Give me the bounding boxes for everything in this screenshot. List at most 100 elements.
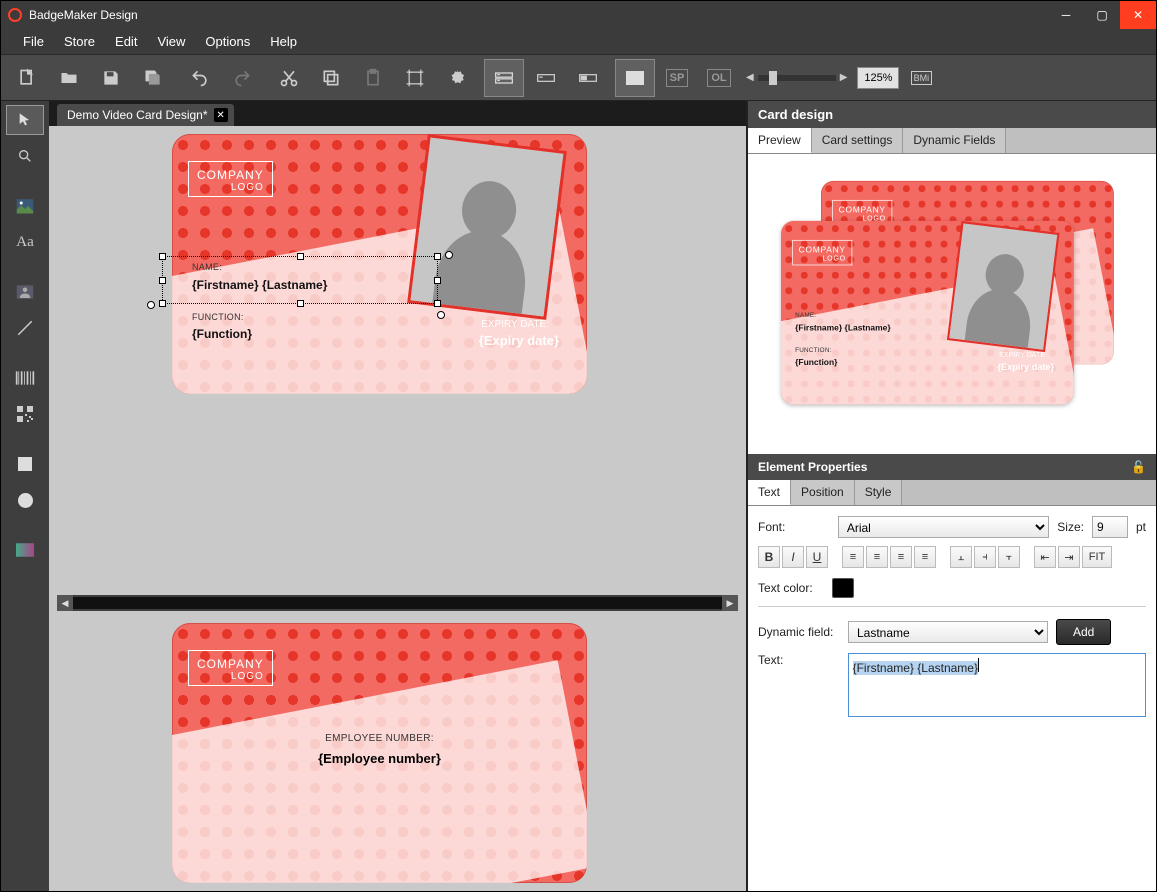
pv-name-label: NAME: bbox=[795, 311, 816, 318]
save-all-button[interactable] bbox=[133, 59, 173, 97]
document-tab[interactable]: Demo Video Card Design* ✕ bbox=[57, 104, 234, 126]
preview-area: COMPANYLOGO COMPANYLOGO NAME: {Firstname… bbox=[748, 154, 1156, 454]
card-front[interactable]: COMPANY LOGO NAME: {Firstname} {Lastname… bbox=[172, 134, 587, 394]
pv-logo-2: LOGO bbox=[799, 255, 846, 263]
window-close-button[interactable]: ✕ bbox=[1120, 1, 1156, 29]
zoom-slider[interactable] bbox=[758, 75, 836, 81]
valign-bottom-button[interactable]: ⫟ bbox=[998, 546, 1020, 568]
lock-icon[interactable]: 🔓 bbox=[1131, 460, 1146, 474]
scrollbar-front[interactable]: ◀▶ bbox=[57, 595, 738, 611]
employee-number-value: {Employee number} bbox=[172, 751, 587, 766]
zoom-value[interactable]: 125% bbox=[857, 67, 899, 89]
card-back[interactable]: COMPANY LOGO EMPLOYEE NUMBER: {Employee … bbox=[172, 623, 587, 883]
bmi-button[interactable]: BMi bbox=[901, 59, 941, 97]
menu-options[interactable]: Options bbox=[197, 31, 258, 52]
size-input[interactable] bbox=[1092, 516, 1128, 538]
menu-help[interactable]: Help bbox=[262, 31, 305, 52]
font-select[interactable]: Arial bbox=[838, 516, 1049, 538]
app-icon bbox=[8, 8, 22, 22]
menu-store[interactable]: Store bbox=[56, 31, 103, 52]
align-center-button[interactable]: ≡ bbox=[866, 546, 888, 568]
valign-middle-button[interactable]: ⫞ bbox=[974, 546, 996, 568]
align-right-button[interactable]: ≡ bbox=[890, 546, 912, 568]
size-label: Size: bbox=[1057, 520, 1084, 534]
format-bar: B I U ≡ ≡ ≡ ≡ ⫠ ⫞ ⫟ ⇤ ⇥ bbox=[758, 546, 1146, 568]
open-button[interactable] bbox=[49, 59, 89, 97]
align-justify-button[interactable]: ≡ bbox=[914, 546, 936, 568]
pv-company-2: COMPANY bbox=[799, 245, 846, 255]
function-value: {Function} bbox=[192, 327, 252, 341]
tab-dynamic-fields[interactable]: Dynamic Fields bbox=[903, 128, 1006, 153]
tool-square[interactable] bbox=[6, 449, 44, 479]
layout-front-button[interactable] bbox=[526, 59, 566, 97]
window-title: BadgeMaker Design bbox=[29, 8, 1048, 22]
pv-function-value: {Function} bbox=[795, 357, 837, 367]
underline-button[interactable]: U bbox=[806, 546, 828, 568]
bold-button[interactable]: B bbox=[758, 546, 780, 568]
layout-back-button[interactable] bbox=[568, 59, 608, 97]
tab-style[interactable]: Style bbox=[855, 480, 903, 505]
text-color-swatch[interactable] bbox=[832, 578, 854, 598]
zoom-out-icon[interactable]: ◀ bbox=[746, 72, 754, 83]
new-button[interactable] bbox=[7, 59, 47, 97]
cut-button[interactable] bbox=[269, 59, 309, 97]
tool-qr[interactable] bbox=[6, 399, 44, 429]
fill-background-button[interactable] bbox=[615, 59, 655, 97]
italic-button[interactable]: I bbox=[782, 546, 804, 568]
card-design-header: Card design bbox=[748, 101, 1156, 128]
dynamic-field-label: Dynamic field: bbox=[758, 625, 840, 639]
menu-edit[interactable]: Edit bbox=[107, 31, 145, 52]
pv-name-value: {Firstname} {Lastname} bbox=[795, 323, 891, 333]
layout-both-button[interactable] bbox=[484, 59, 524, 97]
zoom-in-icon[interactable]: ▶ bbox=[840, 72, 848, 83]
tab-card-settings[interactable]: Card settings bbox=[812, 128, 904, 153]
tool-pointer[interactable] bbox=[6, 105, 44, 135]
text-label: Text: bbox=[758, 653, 840, 667]
tab-preview[interactable]: Preview bbox=[748, 128, 812, 153]
dynamic-field-select[interactable]: Lastname bbox=[848, 621, 1048, 643]
menu-file[interactable]: File bbox=[15, 31, 52, 52]
paste-button[interactable] bbox=[353, 59, 393, 97]
save-button[interactable] bbox=[91, 59, 131, 97]
copy-button[interactable] bbox=[311, 59, 351, 97]
company-logo-box-back[interactable]: COMPANY LOGO bbox=[188, 650, 273, 686]
window-minimize-button[interactable]: ─ bbox=[1048, 1, 1084, 29]
add-button[interactable]: Add bbox=[1056, 619, 1111, 645]
redo-button[interactable] bbox=[222, 59, 262, 97]
company-logo-box[interactable]: COMPANY LOGO bbox=[188, 161, 273, 197]
ol-button[interactable]: OL bbox=[699, 59, 739, 97]
tool-text[interactable]: Aa bbox=[6, 227, 44, 257]
menu-bar: File Store Edit View Options Help bbox=[1, 29, 1156, 55]
canvas-area[interactable]: COMPANY LOGO NAME: {Firstname} {Lastname… bbox=[49, 126, 746, 891]
text-input[interactable]: {Firstname} {Lastname} bbox=[848, 653, 1146, 717]
menu-view[interactable]: View bbox=[149, 31, 193, 52]
pv-expiry-value: {Expiry date} bbox=[997, 361, 1054, 372]
pv-company-1: COMPANY bbox=[839, 205, 886, 215]
tool-image[interactable] bbox=[6, 191, 44, 221]
employee-number-label: EMPLOYEE NUMBER: bbox=[172, 733, 587, 744]
indent-dec-button[interactable]: ⇤ bbox=[1034, 546, 1056, 568]
logo-text-back: LOGO bbox=[197, 671, 264, 682]
tab-position[interactable]: Position bbox=[791, 480, 855, 505]
settings-button[interactable] bbox=[437, 59, 477, 97]
tool-zoom[interactable] bbox=[6, 141, 44, 171]
align-left-button[interactable]: ≡ bbox=[842, 546, 864, 568]
document-tab-close-icon[interactable]: ✕ bbox=[214, 108, 228, 122]
company-text-back: COMPANY bbox=[197, 657, 264, 671]
tab-text[interactable]: Text bbox=[748, 480, 791, 505]
selection-box[interactable] bbox=[162, 256, 438, 304]
window-maximize-button[interactable]: ▢ bbox=[1084, 1, 1120, 29]
valign-top-button[interactable]: ⫠ bbox=[950, 546, 972, 568]
indent-inc-button[interactable]: ⇥ bbox=[1058, 546, 1080, 568]
tool-gradient[interactable] bbox=[6, 535, 44, 565]
fit-button[interactable]: FIT bbox=[1082, 546, 1112, 568]
crop-marks-button[interactable] bbox=[395, 59, 435, 97]
sp-button[interactable]: SP bbox=[657, 59, 697, 97]
tool-barcode[interactable] bbox=[6, 363, 44, 393]
text-color-label: Text color: bbox=[758, 581, 824, 595]
tool-line[interactable] bbox=[6, 313, 44, 343]
tool-circle[interactable] bbox=[6, 485, 44, 515]
tool-photo-placeholder[interactable] bbox=[6, 277, 44, 307]
undo-button[interactable] bbox=[180, 59, 220, 97]
main-toolbar: SP OL ◀ ▶ 125% BMi bbox=[1, 55, 1156, 101]
